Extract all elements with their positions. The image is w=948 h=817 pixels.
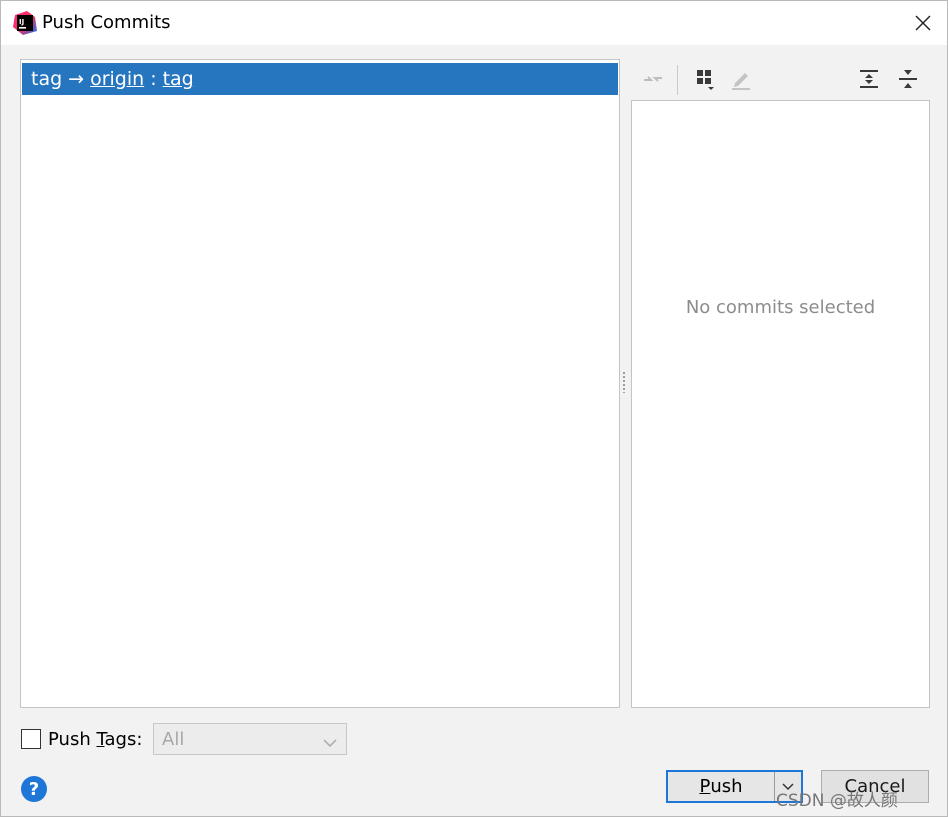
help-button[interactable]: ? xyxy=(21,776,47,802)
remote-separator: : xyxy=(150,68,157,90)
svg-text:IJ: IJ xyxy=(19,18,24,26)
close-button[interactable] xyxy=(905,9,941,37)
window-title: Push Commits xyxy=(42,12,171,33)
push-tags-row: Push Tags: xyxy=(21,723,142,755)
intellij-idea-icon: IJ xyxy=(13,11,37,35)
push-tags-select[interactable]: All xyxy=(153,723,347,755)
edit-button[interactable] xyxy=(727,65,755,93)
push-row-tag[interactable]: tag → origin : tag xyxy=(22,63,618,95)
tags-select-value: All xyxy=(162,728,185,750)
push-commits-dialog: IJ Push Commits tag → origin : tag No co… xyxy=(0,0,948,817)
local-branch-label: tag xyxy=(31,68,63,90)
collapse-all-button[interactable] xyxy=(894,65,922,93)
remote-link[interactable]: origin xyxy=(90,68,144,90)
splitter-grip[interactable] xyxy=(622,371,626,393)
question-icon: ? xyxy=(28,778,40,800)
chevron-down-icon xyxy=(322,733,338,754)
close-icon xyxy=(915,15,931,31)
group-by-button[interactable] xyxy=(691,65,719,93)
expand-all-icon xyxy=(860,70,878,88)
collapse-arrows-icon xyxy=(644,76,662,82)
push-main-button[interactable]: Push xyxy=(668,772,774,801)
empty-state-text: No commits selected xyxy=(685,297,876,318)
remote-branch-link[interactable]: tag xyxy=(163,68,194,90)
push-arrow: → xyxy=(68,68,85,90)
push-tags-label[interactable]: Push Tags: xyxy=(48,729,142,750)
watermark: CSDN @故人颜 xyxy=(776,791,898,811)
title-bar: IJ Push Commits xyxy=(1,1,947,45)
collapse-all-icon xyxy=(899,70,917,88)
details-toolbar xyxy=(631,59,931,99)
push-tags-checkbox[interactable] xyxy=(21,729,41,749)
expand-all-button[interactable] xyxy=(855,65,883,93)
toolbar-separator xyxy=(677,65,678,95)
collapse-arrows-button[interactable] xyxy=(639,65,667,93)
push-tree-panel: tag → origin : tag xyxy=(20,59,620,708)
commit-details-panel: No commits selected xyxy=(631,100,930,708)
edit-icon xyxy=(732,73,750,90)
group-by-icon xyxy=(697,70,714,90)
